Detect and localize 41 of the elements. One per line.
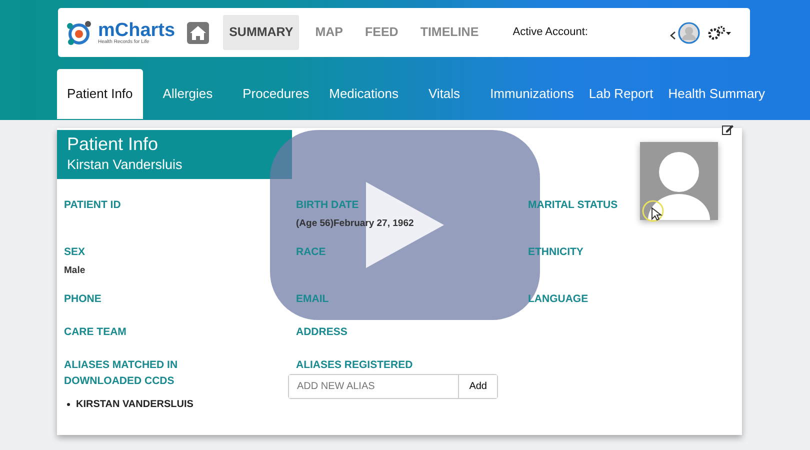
alias-item: KIRSTAN VANDERSLUIS: [76, 398, 194, 412]
tab[interactable]: Vitals: [408, 69, 480, 119]
tab[interactable]: Immunizations: [480, 69, 584, 119]
tab[interactable]: Procedures: [232, 69, 320, 119]
logo-text: mCharts: [98, 20, 176, 40]
field-label: CARE TEAM: [64, 325, 126, 340]
add-button[interactable]: Add: [458, 375, 497, 398]
alias-field[interactable]: ADD NEW ALIAS Add: [288, 374, 498, 399]
nav-link[interactable]: TIMELINE: [414, 15, 485, 50]
tab[interactable]: Medications: [319, 69, 408, 119]
nav-link[interactable]: SUMMARY: [223, 15, 300, 50]
field-label: ALIASES MATCHED IN DOWNLOADED CCDS: [64, 358, 179, 389]
field-label: ETHNICITY: [528, 245, 584, 260]
tab[interactable]: Health Summary: [658, 69, 776, 119]
field-label: LANGUAGE: [528, 292, 588, 307]
nav-link[interactable]: FEED: [358, 15, 404, 50]
field-label: PATIENT ID: [64, 198, 121, 213]
field-label: ALIASES REGISTERED: [296, 358, 413, 373]
logo-icon: [66, 20, 94, 46]
tab[interactable]: Patient Info: [57, 69, 143, 119]
field-label: RACE: [296, 245, 326, 260]
field-label: PHONE: [64, 292, 102, 307]
cursor-icon: [642, 200, 666, 224]
gears-icon[interactable]: [708, 24, 732, 40]
patient-name: Kirstan Vandersluis: [67, 156, 184, 174]
tab[interactable]: Allergies: [142, 69, 233, 119]
nav-link[interactable]: MAP: [309, 15, 349, 50]
edit-icon[interactable]: [722, 124, 734, 135]
bullet-icon: [67, 403, 70, 406]
field-label: EMAIL: [296, 292, 329, 307]
field-label: BIRTH DATE: [296, 198, 359, 213]
account-label: Active Account:: [512, 25, 588, 40]
tab[interactable]: Lab Report: [584, 69, 658, 119]
header-title: Patient Info: [67, 133, 160, 155]
field-label: SEX: [64, 245, 86, 260]
user-avatar-icon[interactable]: [678, 22, 700, 44]
field-label: ADDRESS: [296, 325, 348, 340]
chevron-left-icon[interactable]: [670, 31, 676, 40]
home-button[interactable]: [187, 22, 210, 44]
field-value: Male: [64, 264, 86, 278]
field-label: MARITAL STATUS: [528, 198, 618, 213]
